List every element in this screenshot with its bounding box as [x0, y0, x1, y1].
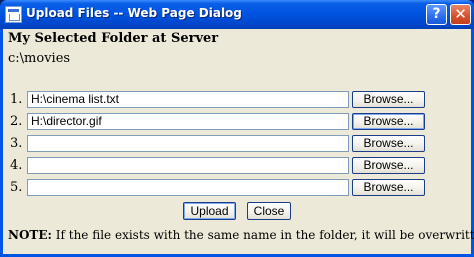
file-row-4: 4. Browse... — [8, 157, 468, 176]
file-input-5[interactable] — [27, 179, 349, 196]
browse-button-4[interactable]: Browse... — [352, 157, 425, 174]
browse-button-1[interactable]: Browse... — [352, 91, 425, 108]
dialog-body: My Selected Folder at Server c:\movies 1… — [3, 29, 474, 254]
browse-button-5[interactable]: Browse... — [352, 179, 425, 196]
close-button[interactable]: Close — [247, 202, 291, 220]
row-number: 3. — [10, 136, 23, 151]
window-title: Upload Files -- Web Page Dialog — [26, 6, 242, 20]
file-input-3[interactable] — [27, 135, 349, 152]
window-close-button[interactable]: ✕ — [450, 4, 471, 25]
file-input-1[interactable]: H:\cinema list.txt — [27, 91, 349, 108]
overwrite-note: NOTE: If the file exists with the same n… — [8, 228, 474, 242]
help-button[interactable]: ? — [426, 4, 447, 25]
upload-dialog-window: Upload Files -- Web Page Dialog ? ✕ My S… — [0, 0, 474, 257]
file-row-3: 3. Browse... — [8, 135, 468, 154]
row-number: 5. — [10, 180, 23, 195]
folder-path: c:\movies — [8, 51, 71, 66]
browse-button-3[interactable]: Browse... — [352, 135, 425, 152]
title-bar[interactable]: Upload Files -- Web Page Dialog ? ✕ — [0, 0, 474, 29]
file-input-4[interactable] — [27, 157, 349, 174]
help-icon: ? — [432, 6, 441, 22]
folder-heading: My Selected Folder at Server — [8, 31, 219, 46]
file-row-5: 5. Browse... — [8, 179, 468, 198]
row-number: 2. — [10, 114, 23, 129]
browse-button-2[interactable]: Browse... — [352, 113, 425, 130]
dialog-page-icon — [5, 6, 22, 23]
file-row-1: 1. H:\cinema list.txt Browse... — [8, 91, 468, 110]
row-number: 1. — [10, 92, 23, 107]
row-number: 4. — [10, 158, 23, 173]
upload-button[interactable]: Upload — [183, 202, 236, 220]
file-input-2[interactable]: H:\director.gif — [27, 113, 349, 130]
note-text: If the file exists with the same name in… — [51, 228, 474, 242]
file-row-2: 2. H:\director.gif Browse... — [8, 113, 468, 132]
note-label: NOTE: — [8, 228, 52, 242]
close-icon: ✕ — [454, 5, 467, 23]
